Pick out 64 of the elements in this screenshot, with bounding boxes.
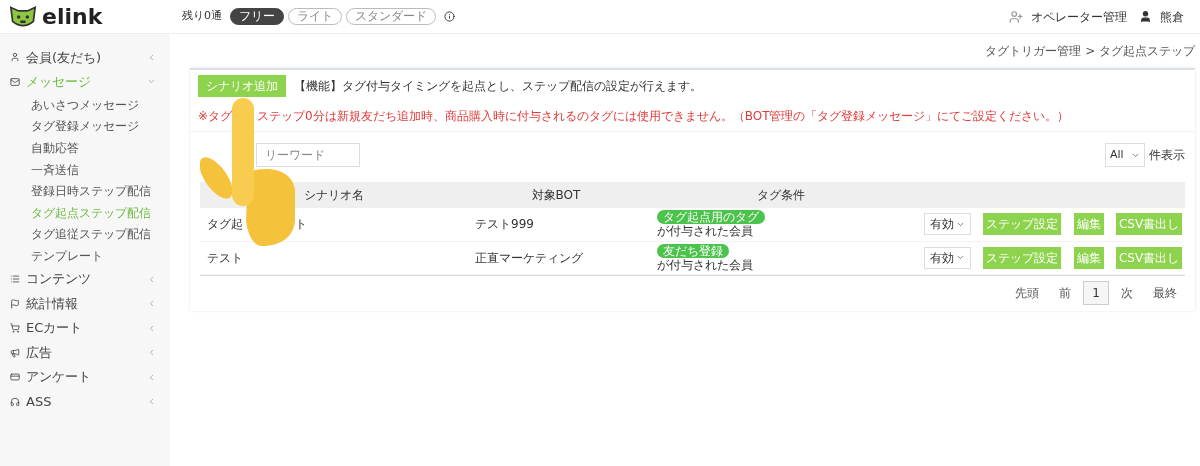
chevron-icon <box>147 348 156 357</box>
flag-icon <box>10 298 20 309</box>
warning-text: ※タグ <box>198 109 233 123</box>
table-cell: が付与された会員 <box>657 257 753 272</box>
status-select[interactable]: 有効 <box>924 246 971 269</box>
submenu-item[interactable]: あいさつメッセージ <box>0 94 170 116</box>
column-header: シナリオ名 <box>303 187 364 204</box>
breadcrumb: タグトリガー管理 > タグ起点ステップ <box>985 43 1195 60</box>
sidebar-item[interactable]: アンケート <box>0 364 170 390</box>
user-name[interactable]: 熊倉 <box>1160 7 1184 26</box>
megaphone-icon <box>10 347 20 358</box>
sidebar-item[interactable]: コンテンツ <box>0 266 170 292</box>
page-size-label: 件表示 <box>1149 147 1185 164</box>
plan-badge: フリー <box>230 8 284 25</box>
pagination-button[interactable]: 前 <box>1051 281 1080 305</box>
chevron-icon <box>147 299 156 308</box>
pagination-button[interactable]: 1 <box>1083 281 1109 305</box>
remaining-count: 残り0通 <box>182 8 222 25</box>
sidebar-item[interactable]: ASS <box>0 389 170 414</box>
submenu-item[interactable]: 自動応答 <box>0 137 170 159</box>
sidebar-item[interactable]: 広告 <box>0 340 170 365</box>
chevron-icon <box>147 274 156 284</box>
avatar-icon <box>1009 9 1023 24</box>
table-cell-text: 正直マーケティング <box>475 249 583 267</box>
chevron-icon <box>147 52 156 62</box>
sidebar-item[interactable]: 統計情報 <box>0 291 170 316</box>
tag-badge: 友だち登録 <box>657 243 729 258</box>
sidebar-item[interactable]: 会員(友だち) <box>0 45 170 70</box>
warning-text: ステップ0分は新規友だち追加時、商品購入時に付与されるのタグには使用できません。（BOT管理の「タグ登録メッセージ」にてご設定ください。） <box>257 109 1070 123</box>
chevron-icon <box>147 397 156 406</box>
table-cell-text: タグ起 <box>207 216 243 234</box>
brand-name: elink <box>42 5 103 28</box>
chevron-icon <box>147 323 156 333</box>
table-cell-text: テスト999 <box>475 216 534 234</box>
submenu-item[interactable]: タグ登録メッセージ <box>0 115 170 138</box>
sidebar-item[interactable]: ECカート <box>0 315 170 341</box>
submenu-item[interactable]: タグ追従ステップ配信 <box>0 223 170 246</box>
mail-icon <box>10 76 20 87</box>
feature-description: 【機能】タグ付与タイミングを起点とし、ステップ配信の設定が行えます。 <box>294 78 702 95</box>
pagination-button[interactable]: 先頭 <box>1007 281 1048 305</box>
user-icon <box>10 52 20 63</box>
card-icon <box>10 372 20 382</box>
table-cell: が付与された会員 <box>657 224 753 239</box>
dog-logo-icon <box>8 3 38 30</box>
page-size-select[interactable]: All <box>1105 143 1145 167</box>
tag-badge: タグ起点用のタグ <box>657 210 765 225</box>
submenu-item[interactable]: テンプレート <box>0 245 170 267</box>
operator-link[interactable]: オペレーター管理 <box>1031 7 1127 26</box>
cart-icon <box>10 323 20 333</box>
table-cell-text: ト <box>295 216 307 234</box>
user-icon <box>1139 10 1152 23</box>
headset-icon <box>10 396 20 407</box>
pagination-button[interactable]: 次 <box>1113 281 1141 305</box>
column-header: タグ条件 <box>756 187 805 204</box>
submenu-item[interactable]: 登録日時ステップ配信 <box>0 180 170 202</box>
list-icon <box>10 274 20 284</box>
submenu-item[interactable]: 一斉送信 <box>0 158 170 181</box>
search-field[interactable]: リーワード <box>256 143 360 167</box>
chevron-icon <box>147 372 156 382</box>
status-select[interactable]: 有効 <box>924 213 971 236</box>
info-icon[interactable] <box>444 11 455 22</box>
table-cell-text: テスト <box>207 249 243 267</box>
pagination-button[interactable]: 最終 <box>1145 281 1185 305</box>
column-header: 対象BOT <box>531 187 581 204</box>
